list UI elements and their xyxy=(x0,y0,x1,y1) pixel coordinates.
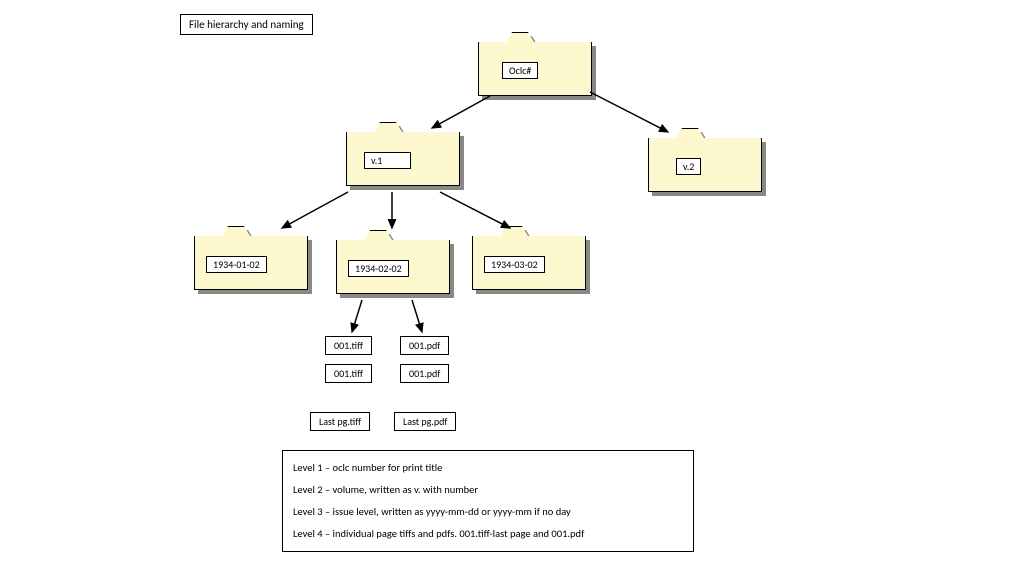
folder-issue2-label: 1934-02-02 xyxy=(348,260,409,277)
file-tiff-a: 001.tiff xyxy=(325,336,372,355)
legend-l4: Level 4 – individual page tiffs and pdfs… xyxy=(293,523,683,545)
diagram-title: File hierarchy and naming xyxy=(180,14,313,35)
file-last-tiff: Last pg.tiff xyxy=(310,412,370,431)
legend-l3: Level 3 – issue level, written as yyyy-m… xyxy=(293,501,683,523)
folder-root-label: Oclc# xyxy=(502,62,538,79)
legend-box: Level 1 – oclc number for print title Le… xyxy=(282,450,694,552)
folder-issue2: 1934-02-02 xyxy=(336,230,450,294)
folder-issue1: 1934-01-02 xyxy=(194,226,308,290)
legend-l2: Level 2 – volume, written as v. with num… xyxy=(293,479,683,501)
file-pdf-b: 001.pdf xyxy=(400,364,449,383)
title-text: File hierarchy and naming xyxy=(189,18,304,31)
folder-v2: v.2 xyxy=(648,128,762,192)
folder-issue3-label: 1934-03-02 xyxy=(484,256,545,273)
file-last-pdf: Last pg.pdf xyxy=(394,412,456,431)
folder-v2-label: v.2 xyxy=(676,158,701,175)
legend-l1: Level 1 – oclc number for print title xyxy=(293,457,683,479)
folder-issue1-label: 1934-01-02 xyxy=(206,256,267,273)
file-pdf-a: 001.pdf xyxy=(400,336,449,355)
folder-v1-label: v.1 xyxy=(364,152,411,169)
file-tiff-b: 001.tiff xyxy=(325,364,372,383)
folder-v1: v.1 xyxy=(346,122,460,186)
folder-issue3: 1934-03-02 xyxy=(472,226,586,290)
folder-root: Oclc# xyxy=(478,32,592,96)
